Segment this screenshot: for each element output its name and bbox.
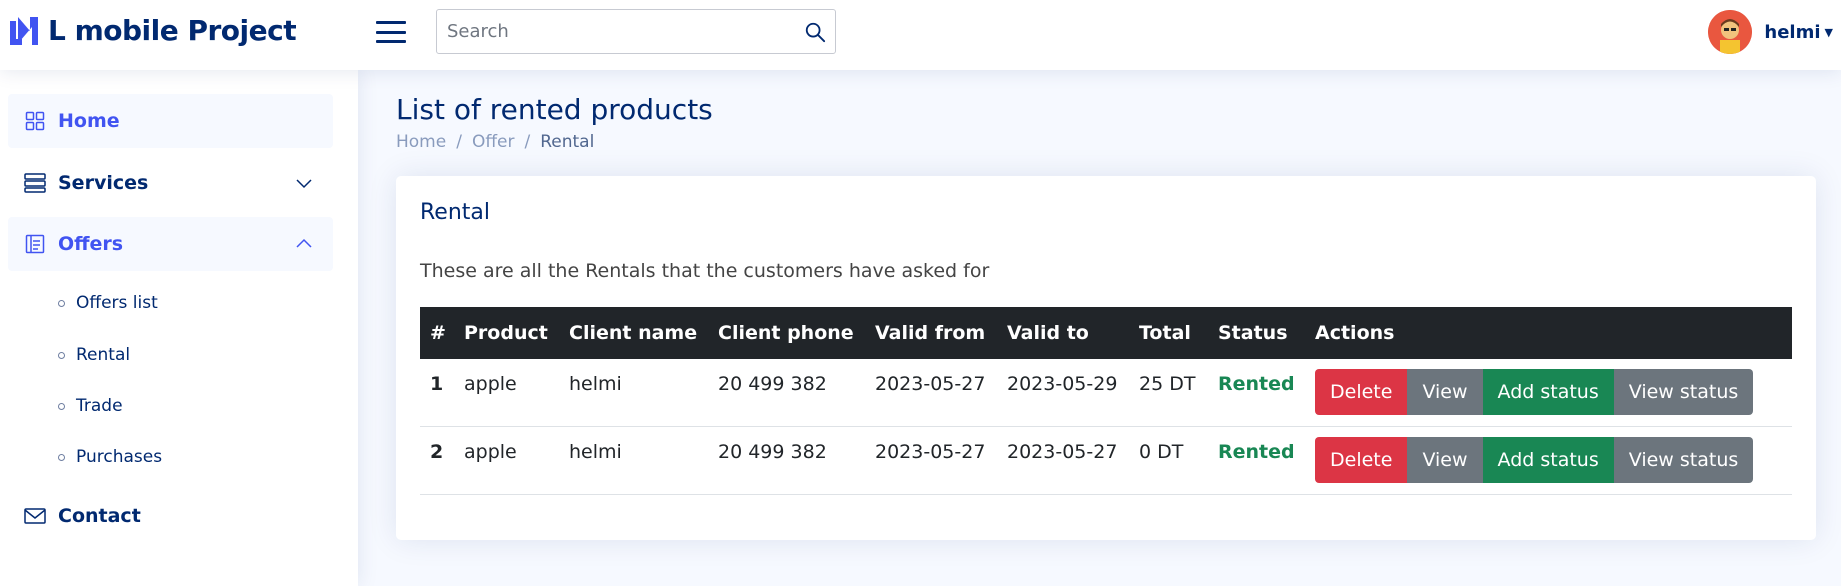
table-row: 1 apple helmi 20 499 382 2023-05-27 2023…	[420, 359, 1792, 427]
hamburger-line	[376, 40, 406, 43]
breadcrumb: Home / Offer / Rental	[396, 132, 594, 152]
add-status-button[interactable]: Add status	[1482, 369, 1614, 415]
sidebar-item-services[interactable]: Services	[8, 156, 333, 210]
breadcrumb-separator: /	[456, 132, 462, 152]
view-status-button[interactable]: View status	[1613, 369, 1754, 415]
rentals-table: # Product Client name Client phone Valid…	[420, 307, 1792, 495]
column-header-valid-from: Valid from	[875, 322, 986, 344]
sidebar-subitem-label: Purchases	[76, 447, 163, 467]
row-valid-to: 2023-05-29	[1007, 373, 1118, 395]
table-header: # Product Client name Client phone Valid…	[420, 307, 1792, 359]
card-description: These are all the Rentals that the custo…	[420, 260, 990, 282]
sidebar-subitem-label: Offers list	[76, 293, 158, 313]
page-title: List of rented products	[396, 93, 713, 126]
row-product: apple	[464, 373, 517, 395]
row-actions: Delete View Add status View status	[1315, 437, 1792, 483]
sidebar-item-label: Services	[58, 172, 149, 194]
view-status-button[interactable]: View status	[1613, 437, 1754, 483]
sidebar-item-label: Home	[58, 110, 120, 132]
circle-icon	[58, 351, 65, 359]
sidebar-subitem-offers-list[interactable]: Offers list	[58, 289, 158, 317]
view-button[interactable]: View	[1407, 437, 1483, 483]
row-valid-from: 2023-05-27	[875, 373, 986, 395]
chevron-down-icon: ▼	[1824, 25, 1833, 39]
logo-text: L mobile Project	[48, 14, 297, 47]
profile-dropdown[interactable]: helmi ▼	[1708, 10, 1833, 54]
action-button-group: Delete View Add status View status	[1315, 437, 1792, 483]
add-status-button[interactable]: Add status	[1482, 437, 1614, 483]
hamburger-line	[376, 30, 406, 34]
sidebar-item-label: Contact	[58, 505, 141, 527]
breadcrumb-separator: /	[524, 132, 531, 152]
logo-icon	[10, 16, 38, 45]
delete-button[interactable]: Delete	[1315, 437, 1408, 483]
circle-icon	[58, 402, 65, 410]
row-total: 0 DT	[1139, 441, 1184, 463]
breadcrumb-home[interactable]: Home	[396, 132, 446, 152]
sidebar-item-offers[interactable]: Offers	[8, 217, 333, 271]
table-row: 2 apple helmi 20 499 382 2023-05-27 2023…	[420, 427, 1792, 495]
delete-button[interactable]: Delete	[1315, 369, 1408, 415]
row-number: 2	[430, 441, 444, 463]
row-number: 1	[430, 373, 444, 395]
column-header-status: Status	[1218, 322, 1288, 344]
row-actions: Delete View Add status View status	[1315, 369, 1792, 415]
row-valid-to: 2023-05-27	[1007, 441, 1118, 463]
column-header-client-name: Client name	[569, 322, 698, 344]
breadcrumb-offer[interactable]: Offer	[472, 132, 515, 152]
search-button[interactable]	[795, 12, 835, 52]
column-header-client-phone: Client phone	[718, 322, 854, 344]
avatar-image	[1708, 10, 1753, 54]
chevron-down-icon	[296, 179, 312, 189]
layout-text-icon	[24, 233, 46, 255]
search-icon	[805, 22, 826, 42]
hamburger-line	[376, 21, 406, 24]
username: helmi	[1764, 21, 1821, 43]
top-header: L mobile Project helmi ▼	[0, 0, 1841, 70]
sidebar-subitem-purchases[interactable]: Purchases	[58, 443, 162, 471]
action-button-group: Delete View Add status View status	[1315, 369, 1792, 415]
column-header-actions: Actions	[1315, 322, 1395, 344]
row-product: apple	[464, 441, 517, 463]
sidebar-item-contact[interactable]: Contact	[8, 489, 333, 543]
search-bar	[436, 9, 836, 54]
column-header-number: #	[430, 322, 446, 344]
server-icon	[24, 172, 46, 194]
search-input[interactable]	[437, 10, 795, 53]
row-client-phone: 20 499 382	[718, 373, 827, 395]
row-client-name: helmi	[569, 441, 622, 463]
sidebar-subitem-rental[interactable]: Rental	[58, 341, 130, 369]
column-header-product: Product	[464, 322, 548, 344]
circle-icon	[58, 299, 65, 307]
envelope-icon	[24, 505, 46, 527]
logo[interactable]: L mobile Project	[8, 14, 297, 47]
sidebar-subitem-label: Trade	[76, 396, 123, 416]
grid-icon	[24, 110, 46, 132]
column-header-total: Total	[1139, 322, 1191, 344]
status-badge: Rented	[1218, 441, 1295, 463]
row-client-name: helmi	[569, 373, 622, 395]
row-total: 25 DT	[1139, 373, 1196, 395]
sidebar-item-home[interactable]: Home	[8, 94, 333, 148]
card-title: Rental	[420, 200, 490, 225]
rental-card: Rental These are all the Rentals that th…	[396, 176, 1816, 540]
sidebar-item-label: Offers	[58, 233, 124, 255]
status-badge: Rented	[1218, 373, 1295, 395]
circle-icon	[58, 453, 65, 461]
sidebar-subitem-trade[interactable]: Trade	[58, 392, 123, 420]
column-header-valid-to: Valid to	[1007, 322, 1089, 344]
row-valid-from: 2023-05-27	[875, 441, 986, 463]
view-button[interactable]: View	[1407, 369, 1483, 415]
sidebar-subitem-label: Rental	[76, 345, 131, 365]
row-client-phone: 20 499 382	[718, 441, 827, 463]
chevron-up-icon	[296, 238, 312, 248]
avatar	[1708, 10, 1753, 54]
sidebar: Home Services Offers Offers list Rental …	[0, 70, 358, 586]
sidebar-toggle-button[interactable]	[376, 19, 406, 45]
breadcrumb-current: Rental	[540, 132, 595, 152]
